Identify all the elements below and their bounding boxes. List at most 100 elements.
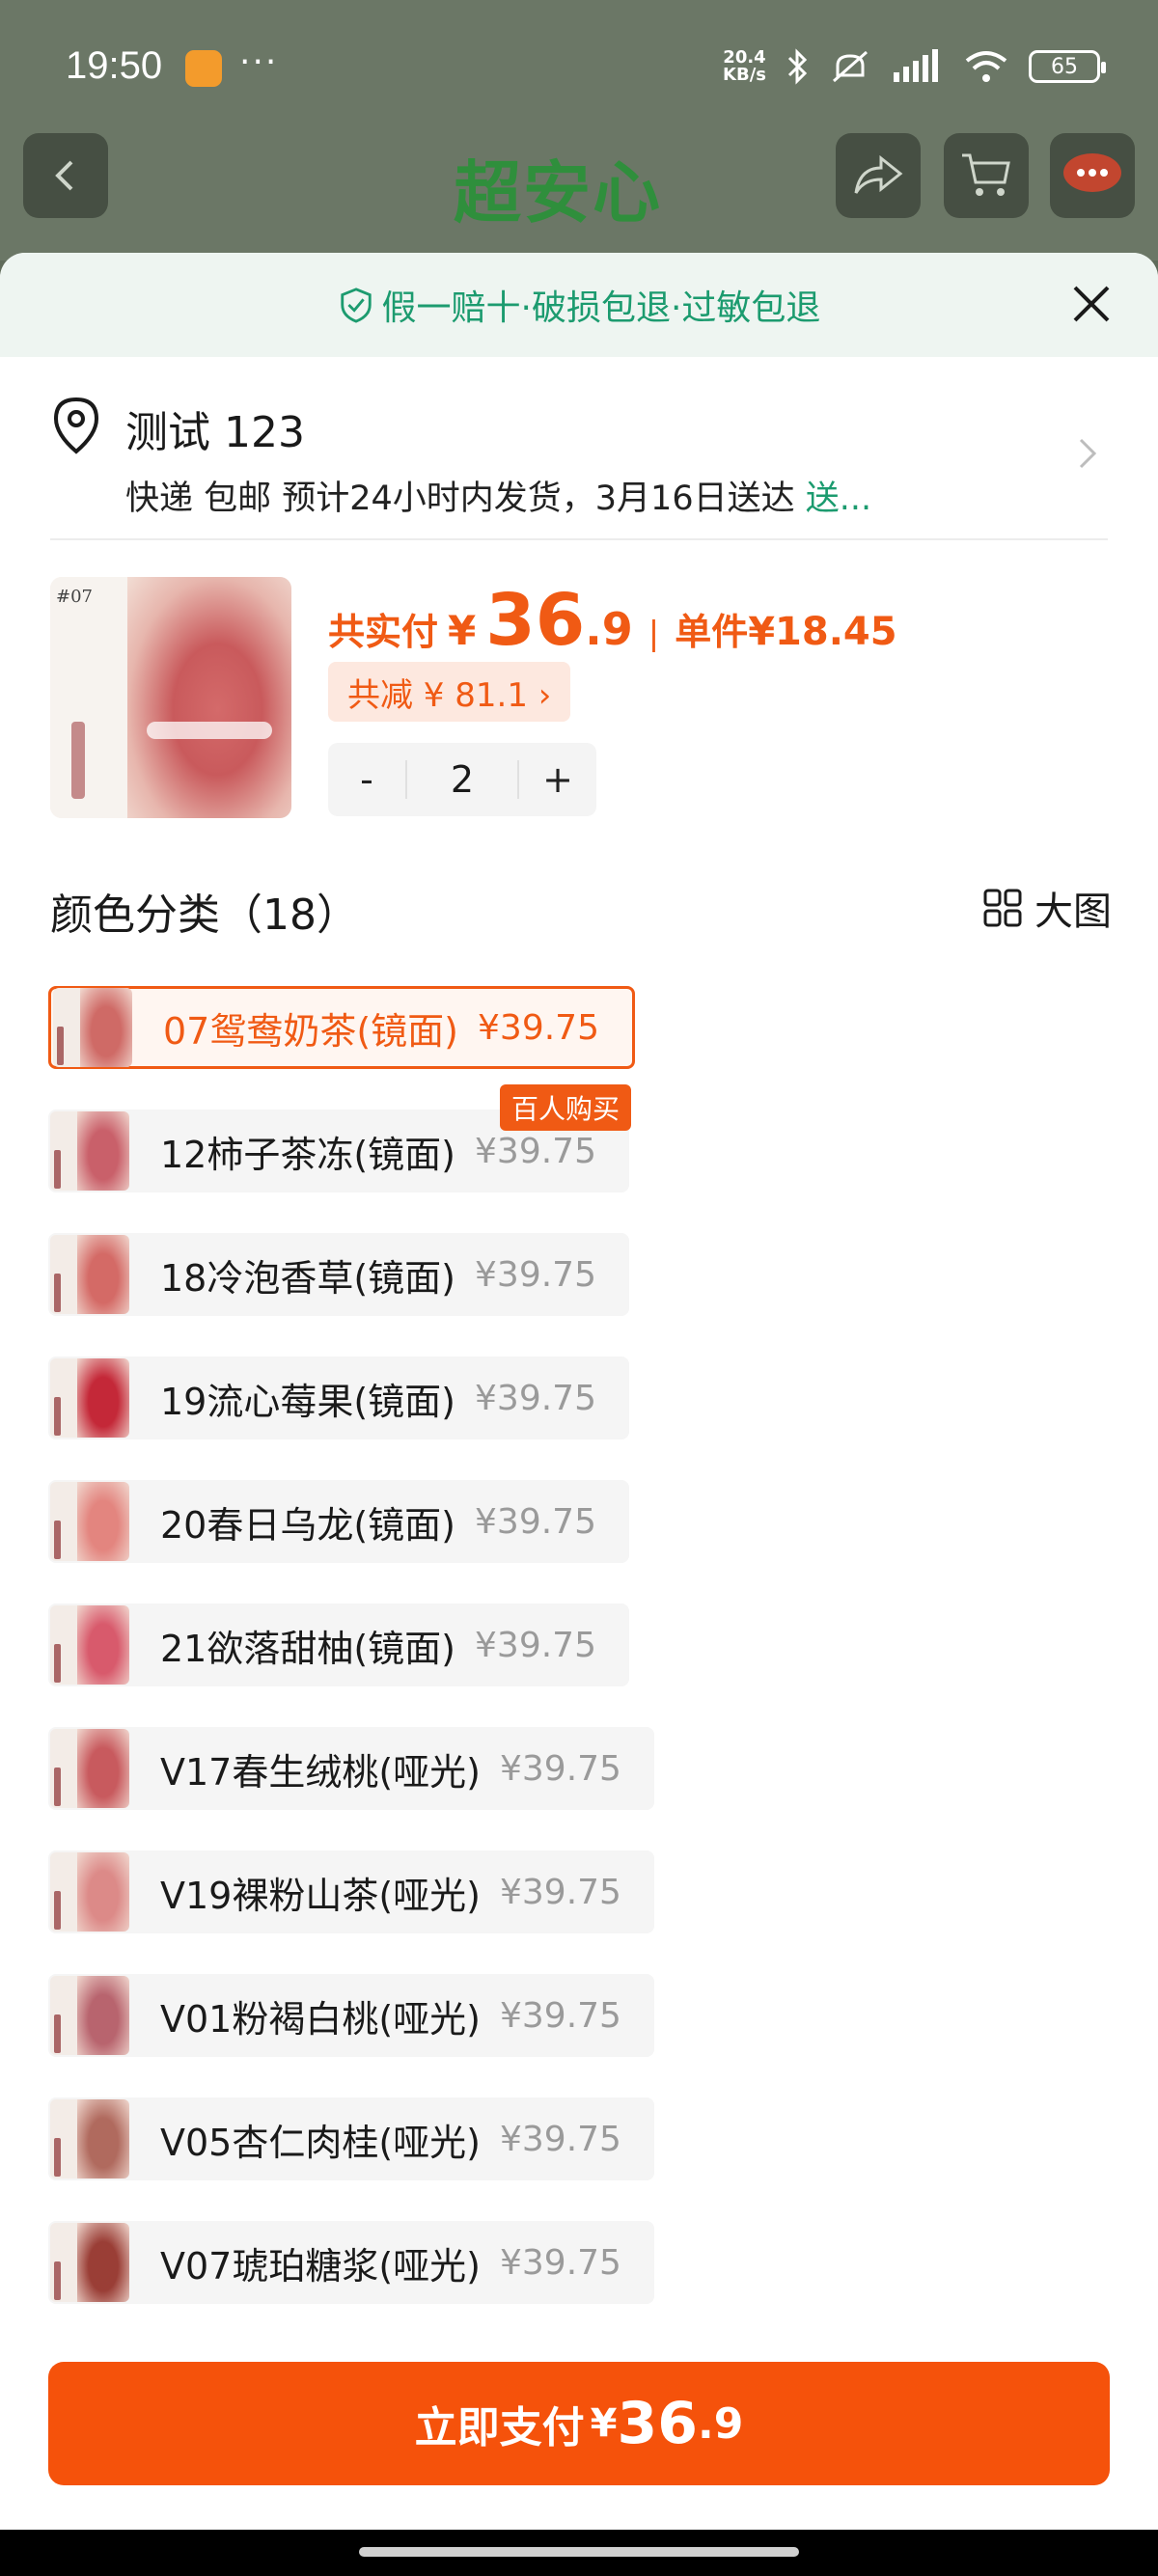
quantity-stepper: - 2 +: [328, 743, 596, 816]
color-option-price: ¥39.75: [475, 1254, 596, 1295]
total-price-decimal: .9: [585, 603, 633, 655]
thumbnail-shade-number: #07: [56, 587, 93, 607]
message-button[interactable]: [1050, 133, 1135, 218]
delivery-info: 快递 包邮 预计24小时内发货，3月16日送达 送...: [125, 480, 872, 518]
color-option-name: 21欲落甜柚(镜面): [160, 1627, 456, 1670]
purchase-sheet: 假一赔十·破损包退·过敏包退 测试 123 快递 包邮 预计24小时内发货，3月…: [0, 253, 1158, 2530]
color-option[interactable]: 21欲落甜柚(镜面) ¥39.75: [48, 1603, 629, 1686]
color-option-name: 19流心莓果(镜面): [160, 1380, 456, 1423]
grid-icon: [983, 889, 1022, 927]
color-option-thumbnail: [50, 1111, 129, 1191]
color-option[interactable]: 12柿子茶冻(镜面) ¥39.75 百人购买: [48, 1084, 631, 1192]
nav-bar: 超安心: [0, 133, 1158, 233]
quantity-value[interactable]: 2: [405, 760, 519, 799]
close-icon[interactable]: [1067, 280, 1116, 328]
back-button[interactable]: [23, 133, 108, 218]
color-option[interactable]: V17春生绒桃(哑光) ¥39.75: [48, 1727, 654, 1810]
total-label: 共实付: [328, 611, 439, 653]
total-price-integer: 36: [485, 579, 586, 662]
price-separator: |: [648, 615, 660, 653]
color-option[interactable]: V07琥珀糖浆(哑光) ¥39.75: [48, 2221, 654, 2304]
color-option-thumbnail: [50, 1976, 129, 2055]
color-option[interactable]: 18冷泡香草(镜面) ¥39.75: [48, 1233, 629, 1316]
chevron-right-icon: [1079, 438, 1097, 469]
color-option-price: ¥39.75: [475, 1378, 596, 1418]
color-option-price: ¥39.75: [475, 1625, 596, 1665]
big-image-toggle[interactable]: 大图: [982, 880, 1112, 936]
chat-bubble-icon: [1063, 153, 1121, 192]
color-option-name: 07鸳鸯奶茶(镜面): [163, 1009, 459, 1053]
color-option-price: ¥39.75: [500, 2119, 621, 2159]
bluetooth-icon: [787, 48, 808, 85]
color-option-price: ¥39.75: [500, 1748, 621, 1789]
color-option[interactable]: V01粉褐白桃(哑光) ¥39.75: [48, 1974, 654, 2057]
signal-icon: [894, 49, 938, 82]
color-option-name: V19裸粉山茶(哑光): [160, 1874, 481, 1917]
clock: 19:50: [66, 44, 163, 87]
pay-now-button[interactable]: 立即支付 ¥ 36 .9: [48, 2362, 1110, 2485]
color-option-thumbnail: [53, 988, 132, 1067]
color-option-name: V01粉褐白桃(哑光): [160, 1997, 481, 2041]
recipient-name: 测试 123: [125, 408, 305, 457]
unit-price: ¥18.45: [748, 610, 897, 654]
pay-now-decimal: .9: [698, 2398, 744, 2449]
color-option-price: ¥39.75: [475, 1131, 596, 1171]
mute-icon: [833, 50, 868, 83]
color-option-thumbnail: [50, 2099, 129, 2179]
color-option[interactable]: 19流心莓果(镜面) ¥39.75: [48, 1357, 629, 1439]
product-summary: #07 共实付 ¥ 36 .9 | 单件 ¥18.45 共减 ¥ 81.1 › …: [0, 560, 1158, 818]
color-option-name: V07琥珀糖浆(哑光): [160, 2244, 481, 2288]
color-section-header: 颜色分类（18） 大图: [50, 880, 1112, 940]
color-option-thumbnail: [50, 1852, 129, 1932]
popular-badge: 百人购买: [499, 1084, 631, 1131]
battery-indicator: 65: [1029, 50, 1106, 83]
network-speed: 20.4 KB/s: [723, 47, 766, 85]
currency-symbol: ¥: [448, 607, 477, 654]
decrease-button[interactable]: -: [328, 758, 405, 801]
share-icon: [854, 154, 903, 194]
color-option-name: 12柿子茶冻(镜面): [160, 1133, 456, 1176]
home-indicator[interactable]: [359, 2547, 799, 2557]
shield-check-icon: [340, 288, 372, 323]
increase-button[interactable]: +: [519, 758, 596, 801]
discount-badge[interactable]: 共减 ¥ 81.1 ›: [328, 662, 571, 722]
status-icons: 20.4 KB/s 65: [723, 47, 1106, 85]
more-notifications-icon: ···: [239, 42, 279, 82]
color-option[interactable]: 07鸳鸯奶茶(镜面) ¥39.75: [48, 986, 635, 1069]
address-section[interactable]: 测试 123 快递 包邮 预计24小时内发货，3月16日送达 送...: [0, 357, 1158, 540]
chevron-left-icon: [55, 160, 73, 191]
product-thumbnail[interactable]: #07: [50, 577, 291, 818]
color-option-thumbnail: [50, 1605, 129, 1685]
cart-button[interactable]: [944, 133, 1029, 218]
wifi-icon: [965, 51, 1007, 82]
delivery-more-link[interactable]: 送...: [806, 480, 871, 518]
pay-now-integer: 36: [617, 2390, 699, 2457]
guarantee-banner: 假一赔十·破损包退·过敏包退: [0, 253, 1158, 357]
cart-icon: [962, 153, 1010, 196]
color-option-name: 20春日乌龙(镜面): [160, 1503, 456, 1547]
color-section-title: 颜色分类（18）: [50, 891, 359, 940]
color-option-name: V05杏仁肉桂(哑光): [160, 2121, 481, 2164]
guarantee-text: 假一赔十·破损包退·过敏包退: [381, 288, 821, 328]
color-option-thumbnail: [50, 1358, 129, 1438]
color-option[interactable]: V05杏仁肉桂(哑光) ¥39.75: [48, 2097, 654, 2180]
nav-title: 超安心: [454, 153, 662, 233]
total-price-row: 共实付 ¥ 36 .9 | 单件 ¥18.45: [328, 579, 897, 662]
color-option[interactable]: V19裸粉山茶(哑光) ¥39.75: [48, 1850, 654, 1933]
color-option-name: V17春生绒桃(哑光): [160, 1750, 481, 1794]
color-option-price: ¥39.75: [500, 1995, 621, 2036]
color-option-price: ¥39.75: [478, 1007, 599, 1048]
unit-label: 单件: [675, 611, 749, 653]
color-option-name: 18冷泡香草(镜面): [160, 1256, 456, 1300]
big-image-label: 大图: [1034, 890, 1112, 934]
location-pin-icon: [53, 397, 99, 454]
color-option-list: 07鸳鸯奶茶(镜面) ¥39.75 12柿子茶冻(镜面) ¥39.75 百人购买 18冷泡…: [48, 986, 654, 2344]
pay-now-currency: ¥: [590, 2401, 618, 2446]
status-bar: 19:50 ··· 20.4 KB/s 65: [0, 0, 1158, 135]
color-option[interactable]: 20春日乌龙(镜面) ¥39.75: [48, 1480, 629, 1563]
color-option-price: ¥39.75: [475, 1501, 596, 1542]
color-option-thumbnail: [50, 1729, 129, 1808]
color-option-thumbnail: [50, 2223, 129, 2302]
share-button[interactable]: [836, 133, 921, 218]
color-option-price: ¥39.75: [500, 1872, 621, 1912]
